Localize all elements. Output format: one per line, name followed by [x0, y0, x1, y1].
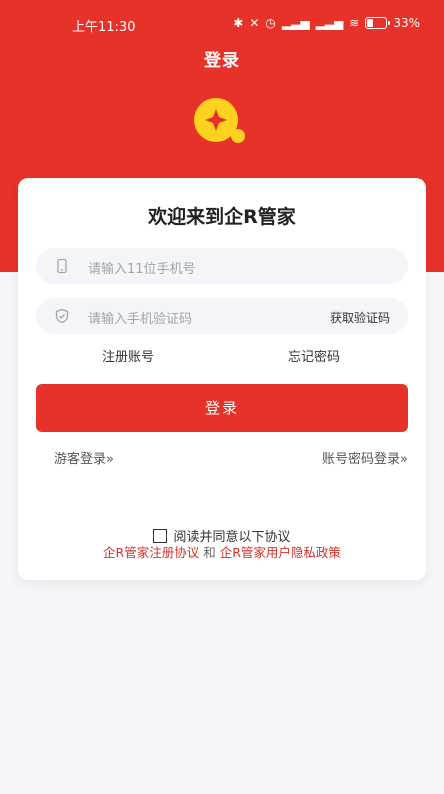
page-title: 登录: [204, 51, 240, 71]
signal-icon: ▂▃▅: [281, 16, 310, 30]
register-link[interactable]: 注册账号: [102, 346, 154, 365]
app-logo-icon: [194, 98, 245, 143]
verification-code-input[interactable]: 请输入手机验证码 获取验证码: [36, 298, 408, 334]
privacy-policy-link[interactable]: 企R管家用户隐私政策: [220, 545, 341, 560]
signal-icon-2: ▂▃▅: [315, 16, 344, 30]
phone-input[interactable]: 请输入11位手机号: [36, 248, 408, 284]
guest-login-link[interactable]: 游客登录»: [54, 448, 114, 467]
forgot-password-link[interactable]: 忘记密码: [288, 346, 340, 365]
account-links: 注册账号 忘记密码: [18, 346, 426, 366]
and-text: 和: [203, 545, 216, 560]
status-bar: 上午11:30 ✱ ✕ ◷ ▂▃▅ ▂▃▅ ≋ 33%: [0, 12, 444, 38]
status-icons: ✱ ✕ ◷ ▂▃▅ ▂▃▅ ≋ 33%: [233, 16, 420, 30]
alarm-icon: ◷: [265, 16, 276, 30]
agreement-checkbox[interactable]: [153, 529, 168, 543]
wifi-icon: ≋: [349, 16, 360, 30]
code-placeholder: 请输入手机验证码: [88, 312, 193, 327]
battery-level: 33%: [393, 16, 420, 30]
policy-links: 企R管家注册协议和企R管家用户隐私政策: [18, 542, 426, 561]
get-code-button[interactable]: 获取验证码: [330, 309, 390, 326]
status-time: 上午11:30: [72, 20, 136, 35]
register-policy-link[interactable]: 企R管家注册协议: [103, 545, 199, 560]
mute-icon: ✕: [249, 16, 260, 30]
battery-icon: [365, 17, 391, 29]
welcome-title: 欢迎来到企R管家: [148, 206, 296, 228]
alternate-login-row: 游客登录» 账号密码登录»: [18, 448, 426, 468]
shield-icon: [55, 308, 69, 324]
login-card: 欢迎来到企R管家 请输入11位手机号 请输入手机验证码 获取验证码 注册账号 忘…: [18, 178, 426, 580]
bluetooth-icon: ✱: [233, 16, 244, 30]
phone-icon: [57, 258, 67, 274]
password-login-link[interactable]: 账号密码登录»: [322, 448, 408, 467]
phone-placeholder: 请输入11位手机号: [88, 262, 196, 277]
login-button[interactable]: 登录: [36, 384, 408, 432]
